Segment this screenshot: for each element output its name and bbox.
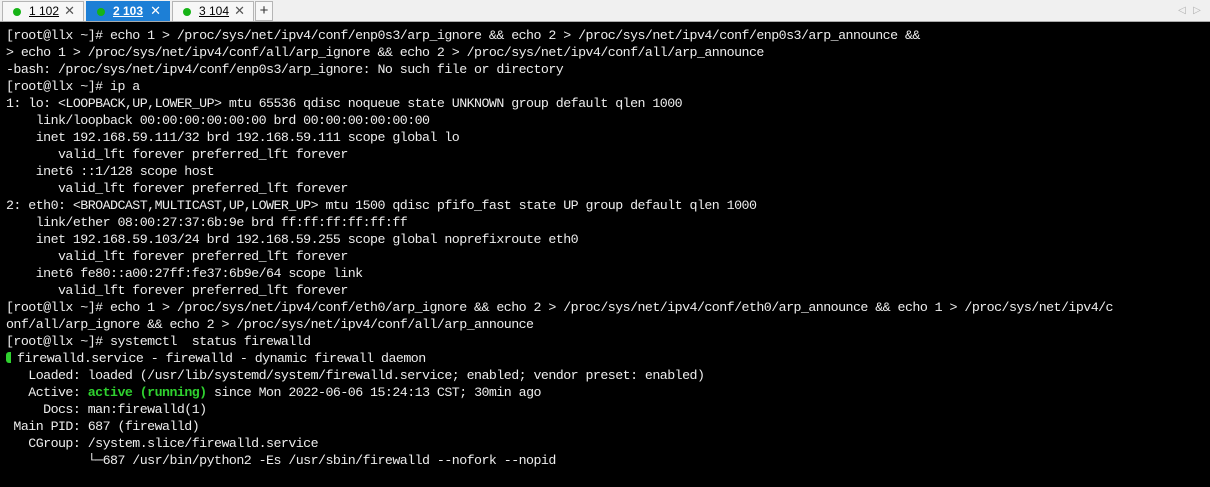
terminal-line: link/loopback 00:00:00:00:00:00 brd 00:0… [6,113,430,128]
terminal-line-service: firewalld.service - firewalld - dynamic … [6,350,426,367]
close-icon[interactable]: ✕ [234,1,245,20]
active-label: Active: [6,385,88,400]
terminal-output[interactable]: [root@llx ~]# echo 1 > /proc/sys/net/ipv… [0,22,1210,487]
add-tab-button[interactable]: + [255,1,273,21]
terminal-line: link/ether 08:00:27:37:6b:9e brd ff:ff:f… [6,215,408,230]
terminal-line: [root@llx ~]# echo 1 > /proc/sys/net/ipv… [6,300,1114,315]
tab-bar: 1 102 ✕ 2 103 ✕ 3 104 ✕ + ◁ ▷ [0,0,1210,22]
terminal-line: inet 192.168.59.111/32 brd 192.168.59.11… [6,130,460,145]
scroll-tabs-left-icon[interactable]: ◁ [1176,2,1188,20]
terminal-line: valid_lft forever preferred_lft forever [6,249,348,264]
tab-label: 1 102 [29,4,60,18]
terminal-line: 1: lo: <LOOPBACK,UP,LOWER_UP> mtu 65536 … [6,96,683,111]
terminal-line: valid_lft forever preferred_lft forever [6,283,348,298]
terminal-line: inet6 fe80::a00:27ff:fe37:6b9e/64 scope … [6,266,363,281]
terminal-line: valid_lft forever preferred_lft forever [6,181,348,196]
connected-status-icon [183,8,191,16]
terminal-line: -bash: /proc/sys/net/ipv4/conf/enp0s3/ar… [6,62,564,77]
terminal-line: Loaded: loaded (/usr/lib/systemd/system/… [6,368,705,383]
scroll-tabs-right-icon[interactable]: ▷ [1191,2,1203,20]
connected-status-icon [13,8,21,16]
close-icon[interactable]: ✕ [64,1,75,20]
tab-session-3[interactable]: 3 104 ✕ [172,1,254,21]
tab-label: 2 103 [113,4,144,18]
terminal-line: Docs: man:firewalld(1) [6,402,207,417]
close-icon[interactable]: ✕ [150,1,161,20]
terminal-line: [root@llx ~]# systemctl status firewalld [6,334,311,349]
terminal-line: valid_lft forever preferred_lft forever [6,147,348,162]
terminal-line: [root@llx ~]# ip a [6,79,140,94]
terminal-line: inet 192.168.59.103/24 brd 192.168.59.25… [6,232,579,247]
terminal-line: onf/all/arp_ignore && echo 2 > /proc/sys… [6,317,534,332]
terminal-line: CGroup: /system.slice/firewalld.service [6,436,319,451]
terminal-line: [root@llx ~]# echo 1 > /proc/sys/net/ipv… [6,28,920,43]
connected-status-icon [97,8,105,16]
active-status: active (running) [87,385,207,400]
tab-session-2[interactable]: 2 103 ✕ [86,1,170,21]
terminal-line: > echo 1 > /proc/sys/net/ipv4/conf/all/a… [6,45,764,60]
terminal-line: └─687 /usr/bin/python2 -Es /usr/sbin/fir… [6,453,557,468]
active-since: since Mon 2022-06-06 15:24:13 CST; 30min… [206,385,541,400]
terminal-line: 2: eth0: <BROADCAST,MULTICAST,UP,LOWER_U… [6,198,757,213]
service-status-icon [6,352,11,363]
terminal-line: inet6 ::1/128 scope host [6,164,215,179]
terminal-line: Main PID: 687 (firewalld) [6,419,200,434]
service-title: firewalld.service - firewalld - dynamic … [17,351,426,366]
tab-session-1[interactable]: 1 102 ✕ [2,1,84,21]
tab-label: 3 104 [199,4,230,18]
terminal-line-active: Active: active (running) since Mon 2022-… [6,384,541,401]
